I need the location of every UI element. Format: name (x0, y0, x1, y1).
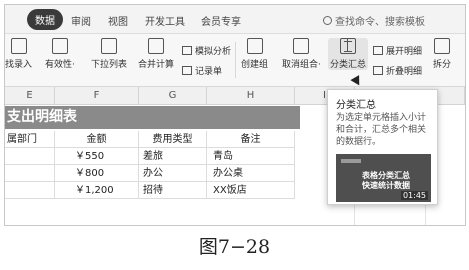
tab-data[interactable]: 数据 (27, 9, 63, 30)
record-form-button[interactable]: 记录单 (182, 64, 222, 77)
cell-amount[interactable]: ￥550 (55, 148, 139, 165)
group-icon (246, 38, 263, 54)
video-title-line2: 快速统计数据 (362, 181, 410, 190)
column-header-e[interactable]: E (5, 87, 55, 105)
ribbon-tab-bar: 数据 审阅 视图 开发工具 会员专享 查找命令、搜索模板 (5, 5, 465, 34)
cell-amount[interactable]: ￥800 (55, 165, 139, 182)
form-icon (182, 66, 192, 75)
tab-developer[interactable]: 开发工具 (145, 13, 185, 28)
validity-icon (51, 38, 68, 54)
tab-member[interactable]: 会员专享 (201, 13, 241, 28)
cell-remark[interactable]: 办公桌 (207, 165, 295, 182)
search-placeholder: 查找命令、搜索模板 (335, 17, 425, 28)
header-remark[interactable]: 备注 (207, 131, 295, 148)
fill-icon (10, 38, 27, 54)
video-brand-logo (341, 159, 361, 163)
subtotal-button[interactable]: 分类汇总 (328, 38, 369, 70)
command-search[interactable]: 查找命令、搜索模板 (323, 13, 425, 28)
validity-button[interactable]: 有效性· (45, 38, 75, 70)
dropdown-list-icon (101, 38, 117, 54)
cell-expense-type[interactable]: 办公 (139, 165, 207, 182)
consolidate-icon (148, 38, 164, 54)
search-icon (323, 16, 332, 25)
ungroup-icon (293, 38, 310, 54)
consolidate-button[interactable]: 合并计算 (138, 38, 174, 70)
what-if-analysis-button[interactable]: 模拟分析 (182, 44, 231, 57)
subtotal-icon (340, 38, 356, 54)
cell-remark[interactable]: XX饭店 (207, 182, 295, 199)
column-header-f[interactable]: F (55, 87, 139, 105)
tutorial-video-thumbnail[interactable]: 表格分类汇总 快速统计数据 01:45 (336, 154, 431, 202)
table-title: 支出明细表 (5, 106, 300, 129)
expand-icon (373, 46, 383, 55)
spreadsheet-window: 数据 审阅 视图 开发工具 会员专享 查找命令、搜索模板 找录入 有效性· 下拉… (4, 4, 466, 226)
subtotal-tooltip: 分类汇总 为选定单元格插入小计和合计，汇总多个相关的数据行。 表格分类汇总 快速… (327, 89, 438, 205)
tooltip-description: 为选定单元格插入小计和合计，汇总多个相关的数据行。 (336, 113, 427, 147)
dropdown-list-button[interactable]: 下拉列表 (91, 38, 127, 70)
analysis-icon (182, 46, 192, 55)
cell-dept[interactable] (5, 165, 55, 182)
split-icon (434, 38, 450, 54)
cell-dept[interactable] (5, 182, 55, 199)
expand-detail-button[interactable]: 展开明细 (373, 44, 422, 57)
collapse-detail-button[interactable]: 折叠明细 (373, 64, 422, 77)
header-expense-type[interactable]: 费用类型 (139, 131, 207, 148)
column-header-h[interactable]: H (207, 87, 295, 105)
cell-dept[interactable] (5, 148, 55, 165)
header-amount[interactable]: 金额 (55, 131, 139, 148)
cell-remark[interactable]: 青岛 (207, 148, 295, 165)
collapse-icon (373, 66, 383, 75)
figure-caption: 图7−28 (198, 236, 271, 258)
cell-expense-type[interactable]: 招待 (139, 182, 207, 199)
tab-review[interactable]: 审阅 (71, 13, 91, 28)
column-header-g[interactable]: G (139, 87, 207, 105)
ungroup-button[interactable]: 取消组合· (282, 38, 321, 70)
fill-entry-button[interactable]: 找录入 (5, 38, 32, 70)
split-button[interactable]: 拆分 (433, 38, 451, 70)
tab-view[interactable]: 视图 (108, 13, 128, 28)
ribbon-toolbar: 找录入 有效性· 下拉列表 合并计算 模拟分析 记录单 创建组 取消组合· 分类… (5, 34, 465, 87)
header-dept[interactable]: 属部门 (5, 131, 55, 148)
create-group-button[interactable]: 创建组 (241, 38, 268, 70)
tooltip-title: 分类汇总 (336, 100, 376, 111)
ribbon-separator (235, 42, 236, 78)
cell-amount[interactable]: ￥1,200 (55, 182, 139, 199)
cell-expense-type[interactable]: 差旅 (139, 148, 207, 165)
video-duration: 01:45 (400, 191, 428, 200)
